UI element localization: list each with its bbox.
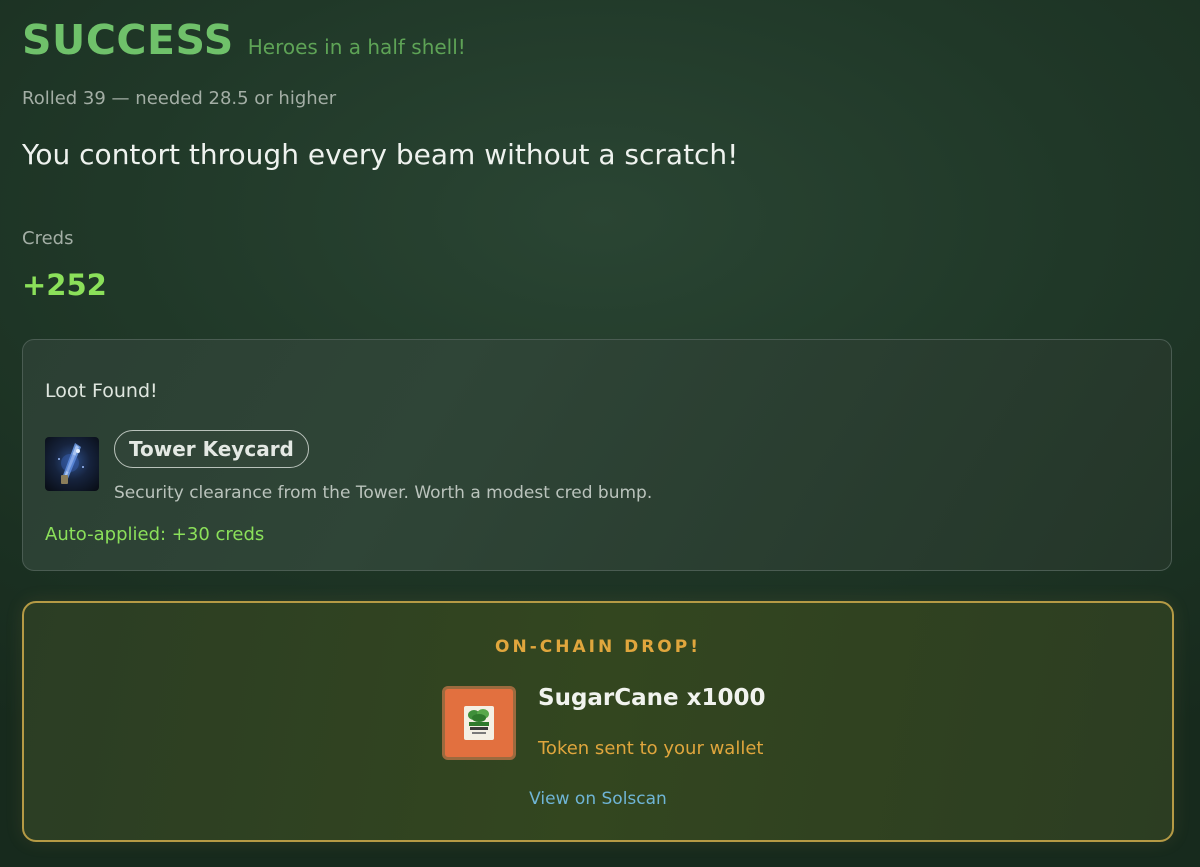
loot-card: Loot Found! Tower Keycard Security clear… (22, 339, 1172, 571)
keycard-icon (45, 437, 99, 491)
drop-heading: ON-CHAIN DROP! (495, 637, 701, 657)
creds-label: Creds (22, 228, 74, 249)
token-name: SugarCane x1000 (538, 685, 766, 711)
sugarcane-token-icon (442, 686, 516, 760)
roll-text: Rolled 39 — needed 28.5 or higher (22, 88, 337, 109)
narrative-text: You contort through every beam without a… (22, 138, 739, 171)
onchain-drop-card: ON-CHAIN DROP! SugarCane x1000 Token sen… (22, 601, 1174, 842)
result-title: SUCCESS (22, 16, 234, 64)
result-subtitle: Heroes in a half shell! (247, 35, 466, 59)
item-name-tag: Tower Keycard (114, 430, 309, 468)
auto-applied-text: Auto-applied: +30 creds (45, 524, 265, 545)
sugarcane-logo (464, 706, 494, 740)
loot-heading: Loot Found! (45, 380, 158, 402)
view-on-solscan-link[interactable]: View on Solscan (24, 789, 1172, 809)
creds-value: +252 (22, 268, 107, 302)
token-status: Token sent to your wallet (538, 738, 764, 759)
result-header: SUCCESS Heroes in a half shell! (22, 16, 466, 64)
item-description: Security clearance from the Tower. Worth… (114, 483, 653, 503)
